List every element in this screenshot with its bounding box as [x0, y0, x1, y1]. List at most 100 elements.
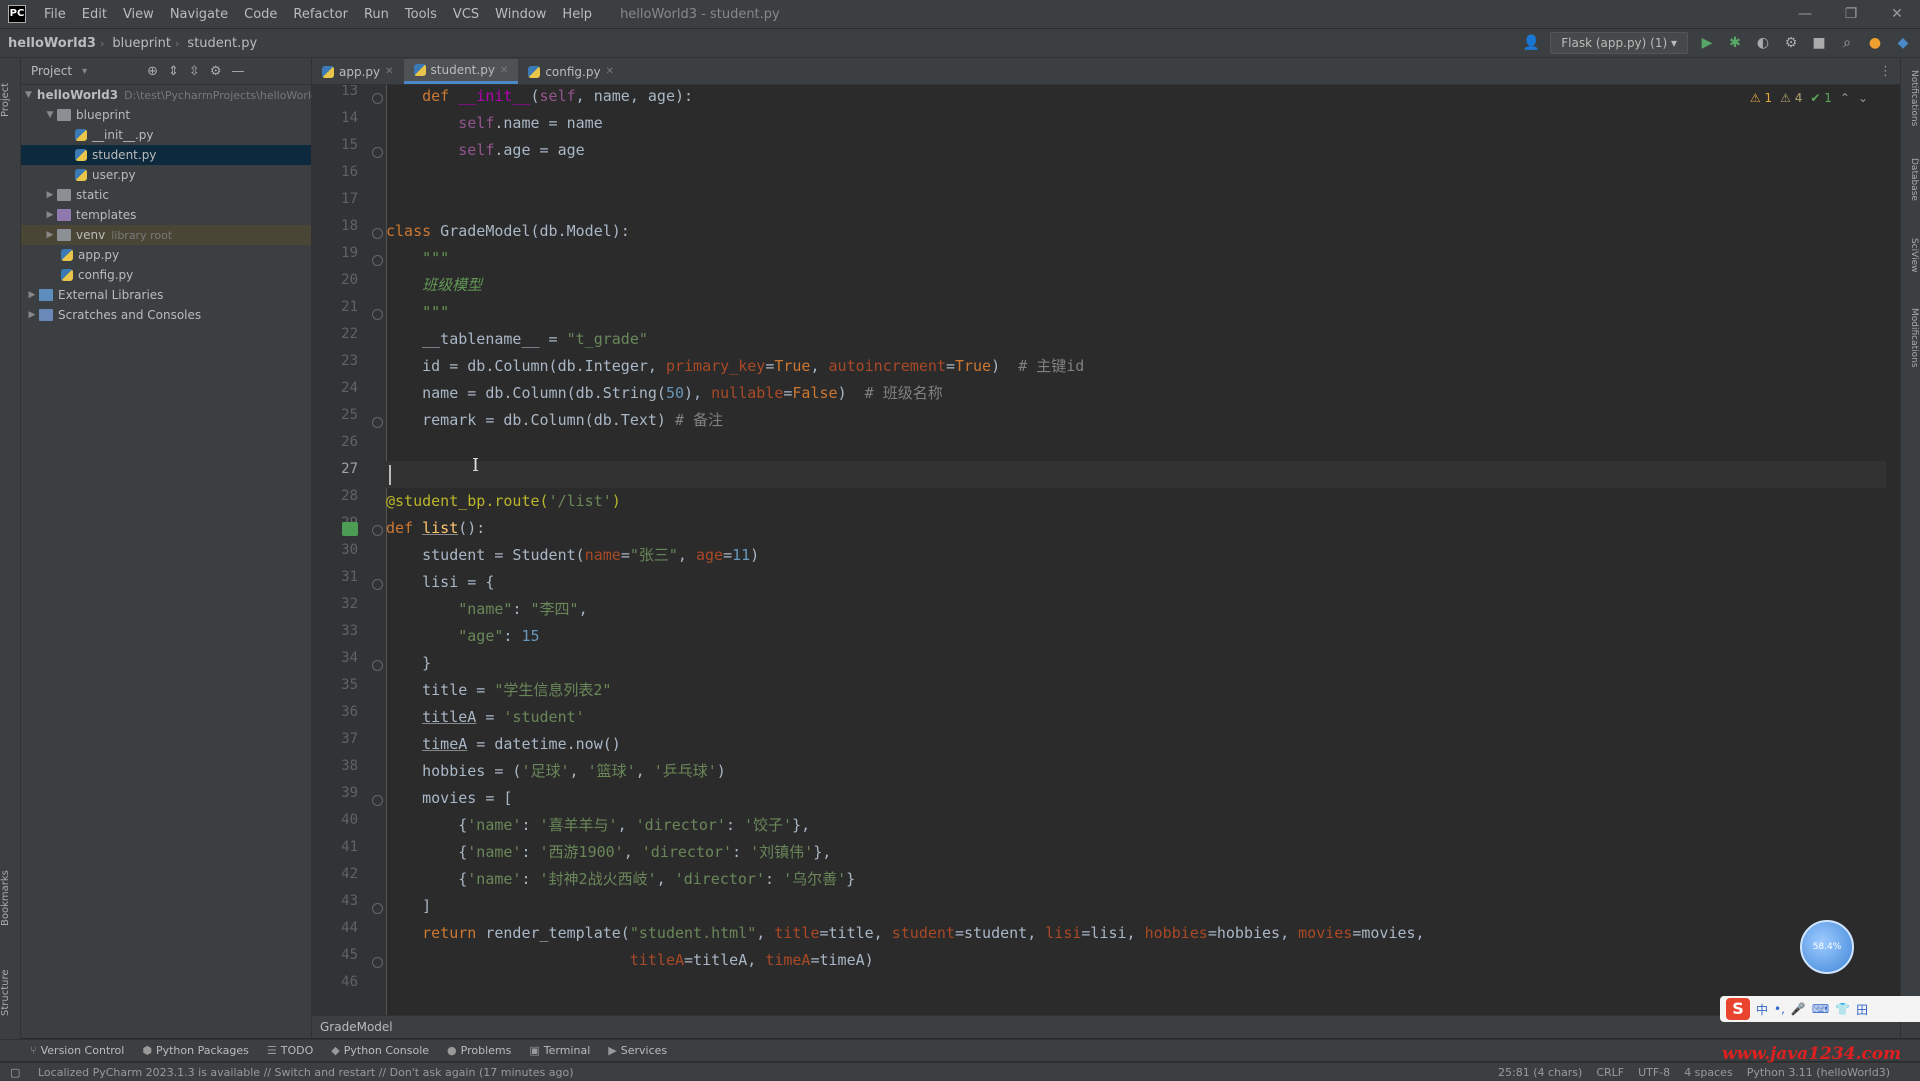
tree-item-app-py[interactable]: app.py [21, 245, 311, 265]
tree-item-init-py[interactable]: __init__.py [21, 125, 311, 145]
tree-item-project-root[interactable]: ▼ helloWorld3 D:\test\PycharmProjects\hell… [21, 85, 325, 105]
more-run-icon[interactable]: ⚙ [1782, 34, 1800, 52]
sogou-logo-icon[interactable]: S [1726, 998, 1750, 1020]
settings-icon[interactable]: ◆ [1894, 34, 1912, 52]
tool-version-control[interactable]: ⑂ Version Control [30, 1044, 124, 1057]
hide-icon[interactable]: — [231, 64, 244, 79]
tree-item-external-libraries[interactable]: ▶ External Libraries [21, 285, 311, 305]
menu-tools[interactable]: Tools [397, 7, 445, 22]
locate-icon[interactable]: ⊕ [147, 64, 158, 79]
code-editor[interactable]: 13 14 15 16 17 18 19 20 21 22 23 24 25 2… [312, 85, 1900, 1015]
fold-marker-icon[interactable] [372, 228, 383, 239]
tool-python-console[interactable]: ◆ Python Console [331, 1044, 429, 1057]
collapse-all-icon[interactable]: ⇳ [189, 64, 200, 79]
tab-student-py[interactable]: student.py ✕ [403, 59, 519, 84]
tree-item-user-py[interactable]: user.py [21, 165, 311, 185]
python-interpreter[interactable]: Python 3.11 (helloWorld3) [1747, 1066, 1890, 1079]
tree-item-venv[interactable]: ▶ venv library root [21, 225, 311, 245]
minimize-icon[interactable]: — [1782, 0, 1828, 28]
fold-marker-icon[interactable] [372, 525, 383, 536]
menu-code[interactable]: Code [236, 7, 285, 22]
menu-edit[interactable]: Edit [74, 7, 115, 22]
tool-terminal[interactable]: ▣ Terminal [529, 1044, 590, 1057]
bookmarks-tool-tab[interactable]: Bookmarks [0, 858, 20, 938]
microphone-icon[interactable]: 🎤 [1791, 1002, 1806, 1016]
close-icon[interactable]: ✕ [606, 66, 614, 77]
breadcrumb-file[interactable]: student.py [179, 36, 261, 51]
coverage-icon[interactable]: ◐ [1754, 34, 1772, 52]
toolbox-icon[interactable]: 田 [1856, 1001, 1868, 1018]
tree-item-blueprint[interactable]: ▼ blueprint [21, 105, 311, 125]
fold-marker-icon[interactable] [372, 957, 383, 968]
fold-marker-icon[interactable] [372, 417, 383, 428]
maximize-icon[interactable]: ❐ [1828, 0, 1874, 28]
expand-all-icon[interactable]: ⇕ [168, 64, 179, 79]
structure-tool-tab[interactable]: Structure [0, 958, 20, 1028]
caret-position[interactable]: 25:81 (4 chars) [1498, 1066, 1582, 1079]
run-icon[interactable]: ▶ [1698, 34, 1716, 52]
more-tabs-icon[interactable]: ⋮ [1879, 64, 1892, 79]
line-separator[interactable]: CRLF [1596, 1066, 1624, 1079]
notifications-tool-tab[interactable]: Notifications [1903, 70, 1919, 126]
database-tool-tab[interactable]: Database [1903, 158, 1919, 201]
breadcrumb-project[interactable]: helloWorld3 [0, 36, 100, 51]
fold-marker-icon[interactable] [372, 579, 383, 590]
menu-help[interactable]: Help [554, 7, 600, 22]
update-icon[interactable]: ● [1866, 34, 1884, 52]
floating-monitor-bubble[interactable]: 58.4% [1800, 920, 1854, 974]
flask-endpoint-icon[interactable] [342, 522, 358, 536]
chevron-up-icon[interactable]: ⌃ [1840, 91, 1850, 105]
inspection-widget[interactable]: ⚠ 1 ⚠ 4 ✔ 1 ⌃ ⌄ [1750, 91, 1868, 105]
user-icon[interactable]: 👤 [1522, 34, 1540, 52]
tree-item-static[interactable]: ▶ static [21, 185, 311, 205]
fold-marker-icon[interactable] [372, 93, 383, 104]
tab-config-py[interactable]: config.py ✕ [518, 59, 624, 84]
status-message[interactable]: Localized PyCharm 2023.1.3 is available … [0, 1066, 574, 1079]
gear-icon[interactable]: ⚙ [210, 64, 222, 79]
project-tool-tab[interactable]: Project [0, 70, 20, 130]
menu-file[interactable]: File [36, 7, 74, 22]
tree-item-templates[interactable]: ▶ templates [21, 205, 311, 225]
menu-refactor[interactable]: Refactor [285, 7, 356, 22]
fold-marker-icon[interactable] [372, 903, 383, 914]
fold-marker-icon[interactable] [372, 255, 383, 266]
keyboard-icon[interactable]: ⌨ [1812, 1002, 1829, 1016]
tool-services[interactable]: ▶ Services [608, 1044, 667, 1057]
python-modifications-tool-tab[interactable]: Modifications [1903, 308, 1919, 368]
menu-vcs[interactable]: VCS [445, 7, 487, 22]
menu-run[interactable]: Run [356, 7, 397, 22]
file-encoding[interactable]: UTF-8 [1638, 1066, 1670, 1079]
fold-marker-icon[interactable] [372, 660, 383, 671]
fold-marker-icon[interactable] [372, 309, 383, 320]
menu-view[interactable]: View [115, 7, 162, 22]
fold-marker-icon[interactable] [372, 147, 383, 158]
close-icon[interactable]: ✕ [1874, 0, 1920, 28]
stop-icon[interactable]: ■ [1810, 34, 1828, 52]
fold-marker-icon[interactable] [372, 795, 383, 806]
tree-item-config-py[interactable]: config.py [21, 265, 311, 285]
tool-problems[interactable]: ● Problems [447, 1044, 511, 1057]
scview-tool-tab[interactable]: SciView [1903, 238, 1919, 273]
skin-icon[interactable]: 👕 [1835, 1002, 1850, 1016]
chevron-down-icon[interactable]: ▾ [82, 66, 87, 77]
ime-punctuation-icon[interactable]: •, [1774, 1002, 1785, 1016]
tool-python-packages[interactable]: ⬢ Python Packages [142, 1044, 249, 1057]
ime-chinese-mode[interactable]: 中 [1756, 1001, 1768, 1018]
breadcrumb-folder[interactable]: blueprint [104, 36, 175, 51]
tab-app-py[interactable]: app.py ✕ [312, 59, 404, 84]
tool-todo[interactable]: ☰ TODO [267, 1044, 313, 1057]
tree-item-scratches[interactable]: ▶ Scratches and Consoles [21, 305, 311, 325]
indent-setting[interactable]: 4 spaces [1684, 1066, 1733, 1079]
run-configuration-select[interactable]: Flask (app.py) (1) ▾ [1550, 32, 1688, 54]
menu-window[interactable]: Window [487, 7, 554, 22]
search-icon[interactable]: ⌕ [1838, 34, 1856, 52]
chevron-down-icon[interactable]: ⌄ [1858, 91, 1868, 105]
close-icon[interactable]: ✕ [500, 65, 508, 76]
project-panel-title[interactable]: Project [31, 64, 72, 78]
toggle-tool-windows-icon[interactable]: ▢ [10, 1066, 20, 1079]
editor-breadcrumb[interactable]: GradeModel [312, 1015, 1900, 1038]
tree-item-student-py[interactable]: student.py [21, 145, 311, 165]
debug-icon[interactable]: ✱ [1726, 34, 1744, 52]
menu-navigate[interactable]: Navigate [162, 7, 236, 22]
close-icon[interactable]: ✕ [385, 66, 393, 77]
